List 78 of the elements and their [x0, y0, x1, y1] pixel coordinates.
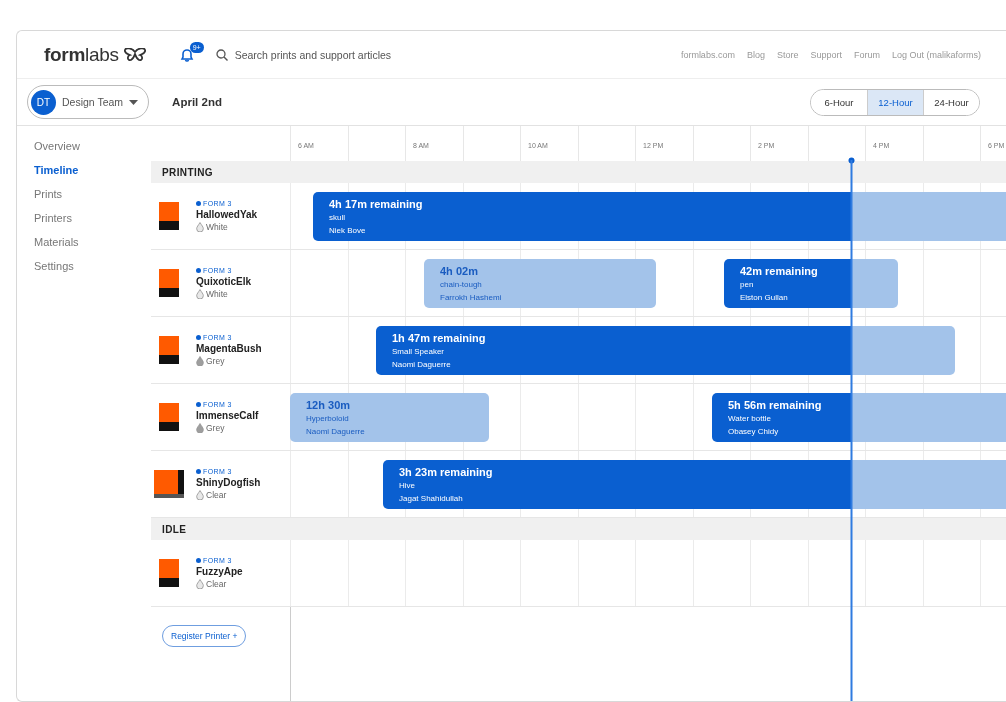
printer-name[interactable]: MagentaBush: [196, 343, 262, 354]
job-part-name: Hyperboloid: [306, 413, 349, 425]
status-dot-icon: [196, 268, 201, 273]
material-label: Grey: [206, 423, 225, 433]
job-owner: Naomi Daguerre: [392, 359, 451, 371]
print-job-bar[interactable]: 4h 02m chain-tough Farrokh Hashemi: [424, 259, 656, 308]
job-owner: Farrokh Hashemi: [440, 292, 502, 304]
printer-name[interactable]: ShinyDogfish: [196, 477, 261, 488]
printer-name[interactable]: FuzzyApe: [196, 566, 243, 577]
printer-icon: [154, 470, 184, 498]
job-time: 4h 17m remaining: [329, 198, 423, 211]
team-name: Design Team: [62, 96, 124, 108]
material-label: White: [206, 289, 228, 299]
date-label: April 2nd: [172, 96, 222, 108]
scale-tab[interactable]: 24-Hour: [923, 89, 979, 115]
team-avatar: DT: [31, 89, 56, 115]
print-job-bar[interactable]: 3h 23m remaining Hive Jagat Shahidullah: [383, 460, 1006, 509]
status-dot-icon: [196, 402, 201, 407]
print-job-bar[interactable]: 1h 47m remaining Small Speaker Naomi Daguerre: [376, 326, 955, 375]
printer-icon: [159, 559, 179, 587]
print-job-bar[interactable]: 42m remaining pen Elston Gullan: [724, 259, 898, 308]
job-part-name: Small Speaker: [392, 346, 445, 358]
status-dot-icon: [196, 469, 201, 474]
header-link[interactable]: Blog: [746, 49, 765, 60]
job-part-name: chain-tough: [440, 279, 482, 291]
section-title: IDLE: [162, 523, 187, 535]
printer-icon: [159, 202, 179, 230]
job-owner: Obasey Chidy: [728, 426, 779, 438]
sidebar-item[interactable]: Overview: [34, 138, 151, 154]
job-time: 4h 02m: [440, 265, 478, 278]
material-label: Grey: [206, 356, 225, 366]
sidebar-item[interactable]: Materials: [34, 234, 151, 250]
status-dot-icon: [196, 335, 201, 340]
header-link[interactable]: Store: [776, 49, 799, 60]
printer-name[interactable]: QuixoticElk: [196, 276, 251, 287]
sidebar-item[interactable]: Timeline: [34, 162, 151, 178]
job-time: 5h 56m remaining: [728, 399, 822, 412]
job-time: 12h 30m: [306, 399, 351, 412]
job-part-name: pen: [740, 279, 754, 291]
printer-icon: [159, 336, 179, 364]
material-label: Clear: [206, 490, 227, 500]
material-label: White: [206, 222, 228, 232]
printer-icon: [159, 403, 179, 431]
header-link[interactable]: Log Out (malikaforms): [891, 49, 981, 60]
sidebar-item[interactable]: Printers: [34, 210, 151, 226]
print-job-bar[interactable]: 4h 17m remaining skull Niek Bove: [313, 192, 1006, 241]
job-time: 3h 23m remaining: [399, 466, 493, 479]
job-owner: Niek Bove: [329, 225, 366, 237]
sidebar-item[interactable]: Prints: [34, 186, 151, 202]
header-link[interactable]: formlabs.com: [680, 49, 735, 60]
job-time: 1h 47m remaining: [392, 332, 486, 345]
printer-icon: [159, 269, 179, 297]
print-job-bar[interactable]: 5h 56m remaining Water bottle Obasey Chidy: [712, 393, 1006, 442]
printer-name[interactable]: ImmenseCalf: [196, 410, 259, 421]
job-part-name: Water bottle: [728, 413, 771, 425]
job-owner: Elston Gullan: [740, 292, 788, 304]
job-owner: Jagat Shahidullah: [399, 493, 463, 505]
notifications-bell-icon[interactable]: [178, 46, 195, 63]
header-link[interactable]: Support: [810, 49, 842, 60]
butterfly-logo-icon: [123, 47, 146, 62]
search-icon: [215, 48, 228, 61]
register-printer-button[interactable]: Register Printer +: [162, 625, 247, 647]
print-job-bar[interactable]: 12h 30m Hyperboloid Naomi Daguerre: [290, 393, 489, 442]
status-dot-icon: [196, 558, 201, 563]
printer-name[interactable]: HallowedYak: [196, 209, 258, 220]
status-dot-icon: [196, 201, 201, 206]
job-time: 42m remaining: [740, 265, 818, 278]
section-title: PRINTING: [162, 166, 213, 178]
material-label: Clear: [206, 579, 227, 589]
team-dropdown[interactable]: DT Design Team: [27, 85, 150, 119]
formlabs-logo[interactable]: formlabs: [44, 43, 119, 66]
job-part-name: Hive: [399, 480, 415, 492]
header-link[interactable]: Forum: [853, 49, 880, 60]
sidebar-item[interactable]: Settings: [34, 258, 151, 274]
job-owner: Naomi Daguerre: [306, 426, 365, 438]
caret-icon: [129, 99, 139, 105]
scale-tab[interactable]: 12-Hour: [867, 89, 923, 115]
job-part-name: skull: [329, 212, 345, 224]
